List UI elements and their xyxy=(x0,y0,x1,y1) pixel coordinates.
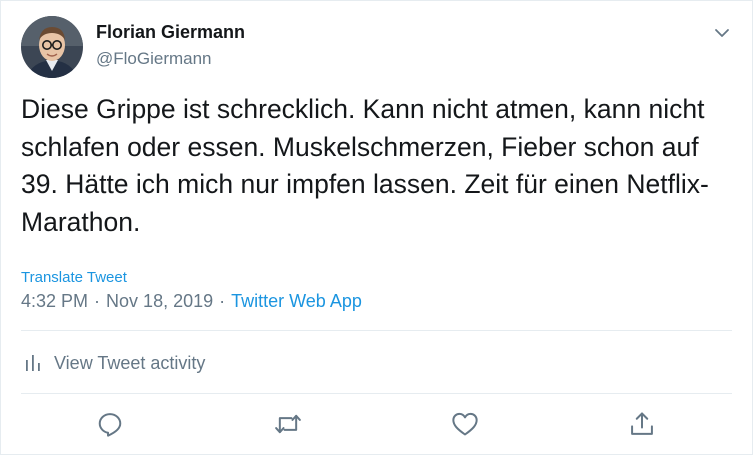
bar-chart-icon xyxy=(26,355,40,371)
share-icon xyxy=(631,412,653,435)
view-tweet-activity-label: View Tweet activity xyxy=(54,352,206,373)
chevron-down-icon xyxy=(715,29,729,37)
heart-icon xyxy=(452,412,478,436)
view-tweet-activity[interactable]: View Tweet activity xyxy=(21,350,205,376)
tweet-metadata: 4:32 PM · Nov 18, 2019 · Twitter Web App xyxy=(21,291,362,312)
retweet-button[interactable] xyxy=(274,410,302,438)
share-button[interactable] xyxy=(628,410,656,438)
tweet-card: Florian Giermann @FloGiermann Diese Grip… xyxy=(0,0,753,455)
retweet-icon xyxy=(275,414,301,434)
divider xyxy=(21,393,732,394)
tweet-text: Diese Grippe ist schrecklich. Kann nicht… xyxy=(21,94,709,237)
meta-separator: · xyxy=(94,291,101,311)
author-handle[interactable]: @FloGiermann xyxy=(96,49,212,69)
author-avatar[interactable] xyxy=(21,16,83,78)
tweet-menu-button[interactable] xyxy=(711,22,733,44)
like-button[interactable] xyxy=(451,410,479,438)
reply-button[interactable] xyxy=(96,410,124,438)
author-name[interactable]: Florian Giermann xyxy=(96,22,245,43)
tweet-date[interactable]: Nov 18, 2019 xyxy=(106,291,213,311)
translate-tweet-link[interactable]: Translate Tweet xyxy=(21,269,127,286)
meta-separator: · xyxy=(219,291,226,311)
reply-icon xyxy=(98,413,122,437)
tweet-source-link[interactable]: Twitter Web App xyxy=(231,291,362,311)
divider xyxy=(21,330,732,331)
tweet-time[interactable]: 4:32 PM xyxy=(21,291,88,311)
avatar-image xyxy=(21,16,83,78)
